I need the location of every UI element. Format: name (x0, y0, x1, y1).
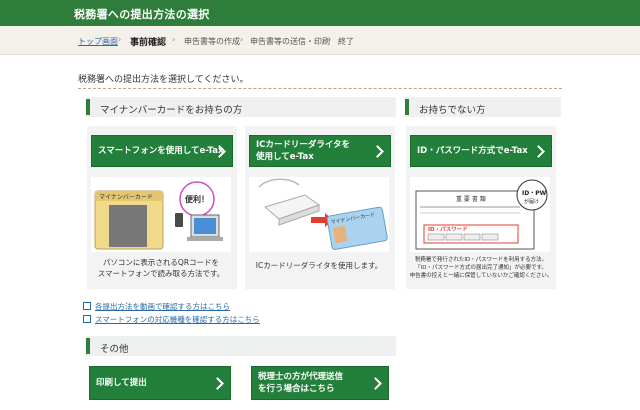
icreader-illustration: マイナンバーカード (249, 177, 389, 252)
breadcrumb-current-step: 事前確認 (130, 38, 167, 48)
icreader-etax-button[interactable]: ICカードリーダライタを 使用してe-Tax (249, 135, 391, 167)
section-heading-mynumber: マイナンバーカードをお持ちの方 (86, 97, 396, 117)
tax-accountant-proxy-button[interactable]: 税理士の方が代理送信 を行う場合はこちら (251, 366, 389, 400)
page-title: 税務署への提出方法の選択 (74, 8, 210, 21)
breadcrumb-step: 申告書等の送信・印刷 (250, 37, 330, 46)
breadcrumb-separator: › (172, 35, 176, 44)
breadcrumb-step: 申告書等の作成 (184, 37, 240, 46)
smartphone-caption: パソコンに表示されるQRコードを スマートフォンで読み取る方法です。 (97, 258, 225, 278)
breadcrumb-separator: › (240, 35, 244, 44)
video-guide-link[interactable]: 各提出方法を動画で確認する方はこちら (95, 302, 230, 311)
important-doc-title: 重 要 書 類 (456, 195, 486, 203)
icreader-caption: ICカードリーダライタを使用します。 (255, 261, 383, 270)
breadcrumb-step: 終了 (338, 37, 354, 46)
chevron-right-icon (371, 145, 384, 158)
idpw-caption: 税務署で発行されたID・パスワードを利用する方法。 「ID・パスワード方式の届出… (409, 257, 553, 279)
section-heading-other: その他 (86, 336, 396, 356)
idpw-badge-line2: が届け (524, 198, 539, 205)
convenient-bubble-text: 便利！ (185, 194, 209, 204)
id-password-label: ID・パスワード (428, 225, 468, 233)
instruction-text: 税務署への提出方法を選択してください。 (78, 75, 249, 85)
external-window-icon (83, 302, 91, 310)
smartphone-illustration: マイナンバーカード 便利！ (91, 177, 231, 252)
chevron-right-icon (211, 377, 224, 390)
breadcrumb-separator: › (328, 35, 332, 44)
breadcrumb-home-link[interactable]: トップ画面 (78, 36, 118, 47)
idpw-illustration: 重 要 書 類 ID・パスワード ID・PW が届け (410, 177, 550, 252)
idpw-badge-line1: ID・PW (522, 190, 547, 197)
title-bar: 税務署への提出方法の選択 (0, 0, 640, 26)
smartphone-etax-button[interactable]: スマートフォンを使用してe-Tax (91, 135, 233, 167)
link-row-smartphone-models: スマートフォンの対応機種を確認する方はこちら (83, 314, 260, 325)
print-submit-button[interactable]: 印刷して提出 (89, 366, 231, 400)
option-card-smartphone: スマートフォンを使用してe-Tax マイナンバーカード 便利！ パソコンに表示さ… (87, 126, 237, 289)
breadcrumb-separator: › (118, 35, 122, 44)
mynumber-card-label: マイナンバーカード (99, 194, 153, 201)
breadcrumb: トップ画面 › 事前確認 › 申告書等の作成 › 申告書等の送信・印刷 › 終了 (0, 26, 640, 55)
option-card-idpw: ID・パスワード方式でe-Tax 重 要 書 類 ID・パスワード ID・PW … (406, 126, 556, 289)
chevron-right-icon (369, 377, 382, 390)
divider (78, 88, 562, 89)
idpw-etax-button[interactable]: ID・パスワード方式でe-Tax (410, 135, 552, 167)
link-row-video: 各提出方法を動画で確認する方はこちら (83, 301, 230, 312)
smartphone-models-link[interactable]: スマートフォンの対応機種を確認する方はこちら (95, 315, 260, 324)
external-window-icon (83, 315, 91, 323)
section-heading-nocard: お持ちでない方 (405, 97, 561, 117)
option-card-icreader: ICカードリーダライタを 使用してe-Tax マイナンバーカード ICカードリー… (245, 126, 395, 289)
chevron-right-icon (532, 145, 545, 158)
